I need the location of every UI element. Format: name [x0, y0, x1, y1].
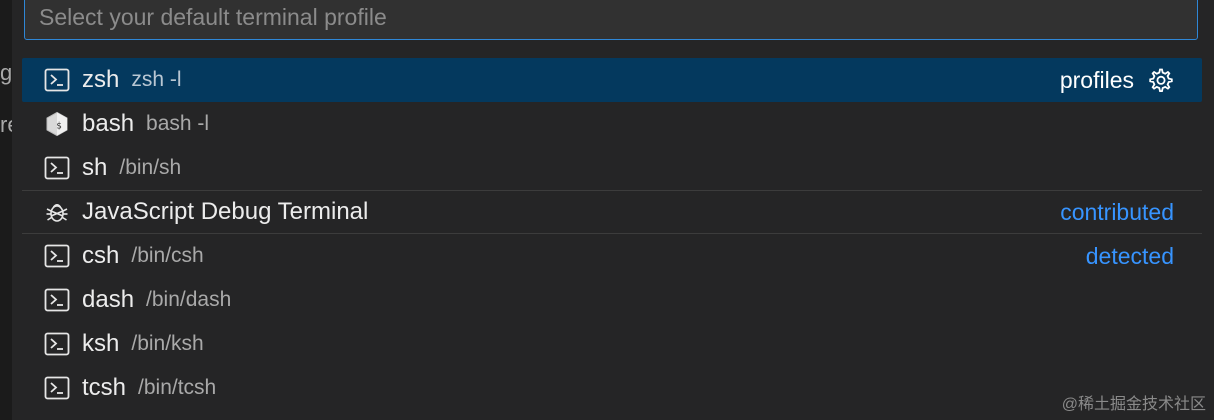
profile-item-javascript-debug-terminal[interactable]: JavaScript Debug Terminal contributed	[22, 190, 1202, 234]
quick-pick-widget: zsh zsh -l profiles $	[12, 0, 1214, 420]
screen: g re zsh zsh -l profiles	[0, 0, 1214, 420]
terminal-icon	[44, 68, 70, 92]
profile-label: csh	[82, 242, 120, 269]
quick-pick-input[interactable]	[39, 3, 1183, 31]
item-actions: profiles	[1060, 66, 1174, 94]
profile-item-zsh[interactable]: zsh zsh -l profiles	[22, 58, 1202, 102]
profile-description: zsh -l	[131, 68, 182, 91]
profile-description: /bin/ksh	[131, 332, 204, 355]
terminal-icon	[44, 332, 70, 356]
gear-icon[interactable]	[1146, 66, 1174, 94]
profile-description: /bin/sh	[119, 156, 182, 179]
profile-item-csh[interactable]: csh /bin/csh detected	[22, 234, 1202, 278]
watermark: @稀土掘金技术社区	[1061, 396, 1206, 413]
terminal-icon	[44, 156, 70, 180]
quick-pick-search-box[interactable]	[24, 0, 1198, 40]
profile-label: JavaScript Debug Terminal	[82, 198, 369, 225]
profile-item-sh[interactable]: sh /bin/sh	[22, 146, 1202, 190]
profile-label: zsh	[82, 66, 120, 93]
terminal-icon	[44, 288, 70, 312]
profile-label: sh	[82, 154, 108, 181]
profile-label: ksh	[82, 330, 120, 357]
profile-item-bash[interactable]: $ bash bash -l	[22, 102, 1202, 146]
profile-description: /bin/csh	[131, 244, 204, 267]
profile-label: tcsh	[82, 374, 127, 401]
profile-description: /bin/dash	[146, 288, 232, 311]
debug-bug-icon	[46, 203, 68, 222]
profile-item-ksh[interactable]: ksh /bin/ksh	[22, 322, 1202, 366]
svg-text:$: $	[56, 122, 61, 132]
profile-description: /bin/tcsh	[138, 376, 217, 399]
group-label-contributed: contributed	[1060, 198, 1174, 225]
profile-description: bash -l	[146, 112, 210, 135]
configure-profiles-label: profiles	[1059, 66, 1134, 93]
profile-item-dash[interactable]: dash /bin/dash	[22, 278, 1202, 322]
profile-label: dash	[82, 286, 135, 313]
profile-label: bash	[82, 110, 135, 137]
background-text-fragment: g	[0, 60, 13, 85]
item-group: detected	[1086, 243, 1174, 270]
item-group: contributed	[1060, 199, 1174, 226]
group-label-detected: detected	[1085, 242, 1174, 269]
bash-shell-icon: $	[46, 111, 68, 137]
profile-item-tcsh[interactable]: tcsh /bin/tcsh	[22, 366, 1202, 410]
terminal-profile-list: zsh zsh -l profiles $ bash bash -l sh /b…	[22, 58, 1202, 410]
terminal-icon	[44, 376, 70, 400]
terminal-icon	[44, 244, 70, 268]
